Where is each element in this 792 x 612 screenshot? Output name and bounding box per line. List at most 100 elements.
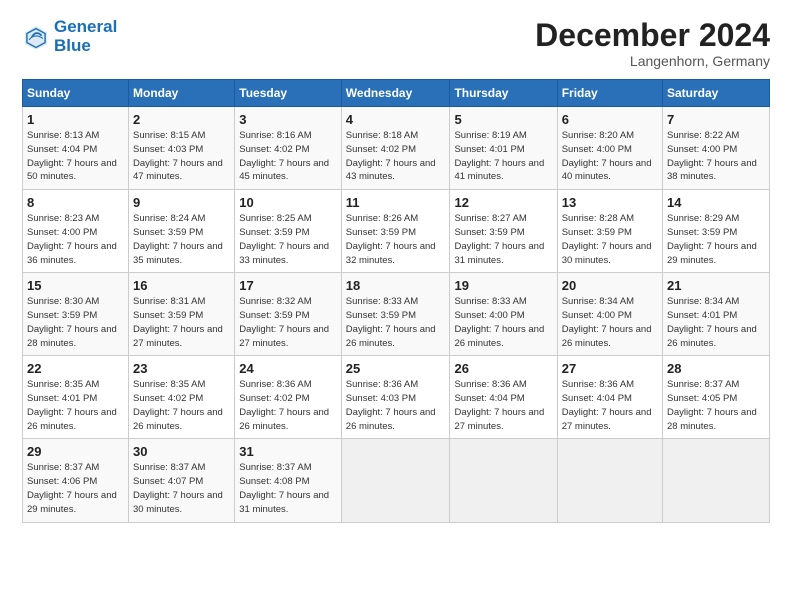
day-info: Sunrise: 8:23 AMSunset: 4:00 PMDaylight:… [27,213,117,265]
day-info: Sunrise: 8:34 AMSunset: 4:01 PMDaylight:… [667,296,757,348]
logo-line1: General [54,17,117,36]
day-number: 24 [239,361,337,376]
calendar-cell: 27 Sunrise: 8:36 AMSunset: 4:04 PMDaylig… [557,356,662,439]
col-thursday: Thursday [450,80,557,107]
day-number: 1 [27,112,124,127]
day-number: 30 [133,444,230,459]
day-info: Sunrise: 8:36 AMSunset: 4:04 PMDaylight:… [454,379,544,431]
calendar-cell: 23 Sunrise: 8:35 AMSunset: 4:02 PMDaylig… [129,356,235,439]
calendar-row: 8 Sunrise: 8:23 AMSunset: 4:00 PMDayligh… [23,190,770,273]
day-info: Sunrise: 8:37 AMSunset: 4:08 PMDaylight:… [239,462,329,514]
calendar-cell: 11 Sunrise: 8:26 AMSunset: 3:59 PMDaylig… [341,190,450,273]
day-number: 20 [562,278,658,293]
calendar-cell: 7 Sunrise: 8:22 AMSunset: 4:00 PMDayligh… [663,107,770,190]
day-info: Sunrise: 8:27 AMSunset: 3:59 PMDaylight:… [454,213,544,265]
day-number: 12 [454,195,552,210]
day-info: Sunrise: 8:37 AMSunset: 4:05 PMDaylight:… [667,379,757,431]
title-area: December 2024 Langenhorn, Germany [535,18,770,69]
calendar-cell [663,439,770,522]
day-info: Sunrise: 8:30 AMSunset: 3:59 PMDaylight:… [27,296,117,348]
col-saturday: Saturday [663,80,770,107]
calendar-cell: 19 Sunrise: 8:33 AMSunset: 4:00 PMDaylig… [450,273,557,356]
calendar-row: 22 Sunrise: 8:35 AMSunset: 4:01 PMDaylig… [23,356,770,439]
day-info: Sunrise: 8:19 AMSunset: 4:01 PMDaylight:… [454,130,544,182]
col-monday: Monday [129,80,235,107]
day-number: 28 [667,361,765,376]
day-number: 10 [239,195,337,210]
logo-icon [22,23,50,51]
calendar-cell: 28 Sunrise: 8:37 AMSunset: 4:05 PMDaylig… [663,356,770,439]
day-number: 6 [562,112,658,127]
day-number: 21 [667,278,765,293]
calendar-cell [450,439,557,522]
day-info: Sunrise: 8:20 AMSunset: 4:00 PMDaylight:… [562,130,652,182]
calendar-cell: 29 Sunrise: 8:37 AMSunset: 4:06 PMDaylig… [23,439,129,522]
calendar-cell: 8 Sunrise: 8:23 AMSunset: 4:00 PMDayligh… [23,190,129,273]
calendar-cell: 10 Sunrise: 8:25 AMSunset: 3:59 PMDaylig… [235,190,342,273]
day-info: Sunrise: 8:28 AMSunset: 3:59 PMDaylight:… [562,213,652,265]
day-number: 7 [667,112,765,127]
day-info: Sunrise: 8:31 AMSunset: 3:59 PMDaylight:… [133,296,223,348]
day-info: Sunrise: 8:24 AMSunset: 3:59 PMDaylight:… [133,213,223,265]
calendar-body: 1 Sunrise: 8:13 AMSunset: 4:04 PMDayligh… [23,107,770,522]
day-info: Sunrise: 8:37 AMSunset: 4:07 PMDaylight:… [133,462,223,514]
calendar-cell: 30 Sunrise: 8:37 AMSunset: 4:07 PMDaylig… [129,439,235,522]
day-info: Sunrise: 8:16 AMSunset: 4:02 PMDaylight:… [239,130,329,182]
day-number: 4 [346,112,446,127]
day-info: Sunrise: 8:36 AMSunset: 4:03 PMDaylight:… [346,379,436,431]
logo-line2: Blue [54,36,91,55]
day-number: 25 [346,361,446,376]
day-info: Sunrise: 8:36 AMSunset: 4:04 PMDaylight:… [562,379,652,431]
col-wednesday: Wednesday [341,80,450,107]
day-info: Sunrise: 8:33 AMSunset: 4:00 PMDaylight:… [454,296,544,348]
day-number: 9 [133,195,230,210]
col-friday: Friday [557,80,662,107]
subtitle: Langenhorn, Germany [535,53,770,69]
calendar-cell: 20 Sunrise: 8:34 AMSunset: 4:00 PMDaylig… [557,273,662,356]
calendar-cell: 26 Sunrise: 8:36 AMSunset: 4:04 PMDaylig… [450,356,557,439]
calendar-cell: 24 Sunrise: 8:36 AMSunset: 4:02 PMDaylig… [235,356,342,439]
calendar-cell: 9 Sunrise: 8:24 AMSunset: 3:59 PMDayligh… [129,190,235,273]
calendar-cell: 6 Sunrise: 8:20 AMSunset: 4:00 PMDayligh… [557,107,662,190]
main-title: December 2024 [535,18,770,53]
calendar-table: Sunday Monday Tuesday Wednesday Thursday… [22,79,770,522]
header-row: Sunday Monday Tuesday Wednesday Thursday… [23,80,770,107]
day-number: 16 [133,278,230,293]
calendar-row: 29 Sunrise: 8:37 AMSunset: 4:06 PMDaylig… [23,439,770,522]
day-number: 29 [27,444,124,459]
day-info: Sunrise: 8:25 AMSunset: 3:59 PMDaylight:… [239,213,329,265]
calendar-cell: 16 Sunrise: 8:31 AMSunset: 3:59 PMDaylig… [129,273,235,356]
calendar-row: 15 Sunrise: 8:30 AMSunset: 3:59 PMDaylig… [23,273,770,356]
calendar-row: 1 Sunrise: 8:13 AMSunset: 4:04 PMDayligh… [23,107,770,190]
day-info: Sunrise: 8:22 AMSunset: 4:00 PMDaylight:… [667,130,757,182]
day-info: Sunrise: 8:37 AMSunset: 4:06 PMDaylight:… [27,462,117,514]
day-number: 19 [454,278,552,293]
calendar-cell: 2 Sunrise: 8:15 AMSunset: 4:03 PMDayligh… [129,107,235,190]
day-number: 23 [133,361,230,376]
day-info: Sunrise: 8:15 AMSunset: 4:03 PMDaylight:… [133,130,223,182]
calendar-cell [557,439,662,522]
calendar-cell: 12 Sunrise: 8:27 AMSunset: 3:59 PMDaylig… [450,190,557,273]
day-number: 5 [454,112,552,127]
day-info: Sunrise: 8:18 AMSunset: 4:02 PMDaylight:… [346,130,436,182]
day-number: 17 [239,278,337,293]
day-number: 15 [27,278,124,293]
calendar-cell: 1 Sunrise: 8:13 AMSunset: 4:04 PMDayligh… [23,107,129,190]
day-info: Sunrise: 8:35 AMSunset: 4:02 PMDaylight:… [133,379,223,431]
day-number: 2 [133,112,230,127]
calendar-cell: 31 Sunrise: 8:37 AMSunset: 4:08 PMDaylig… [235,439,342,522]
day-number: 3 [239,112,337,127]
day-number: 13 [562,195,658,210]
day-number: 31 [239,444,337,459]
calendar-cell: 4 Sunrise: 8:18 AMSunset: 4:02 PMDayligh… [341,107,450,190]
col-tuesday: Tuesday [235,80,342,107]
day-info: Sunrise: 8:13 AMSunset: 4:04 PMDaylight:… [27,130,117,182]
calendar-cell: 5 Sunrise: 8:19 AMSunset: 4:01 PMDayligh… [450,107,557,190]
day-number: 26 [454,361,552,376]
day-number: 8 [27,195,124,210]
day-number: 14 [667,195,765,210]
day-info: Sunrise: 8:33 AMSunset: 3:59 PMDaylight:… [346,296,436,348]
logo-text: General Blue [54,18,117,55]
day-info: Sunrise: 8:26 AMSunset: 3:59 PMDaylight:… [346,213,436,265]
calendar-cell [341,439,450,522]
